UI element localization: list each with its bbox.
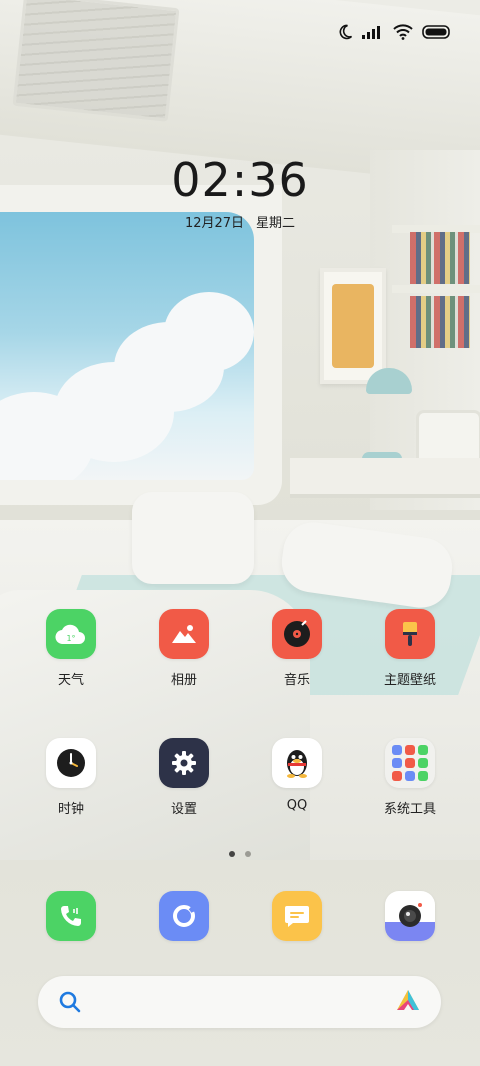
app-label: 时钟 bbox=[57, 802, 84, 817]
dock-browser[interactable] bbox=[134, 891, 234, 941]
page-dot-active[interactable] bbox=[229, 851, 235, 857]
dock-phone[interactable] bbox=[21, 891, 121, 941]
app-label: 相册 bbox=[170, 673, 197, 688]
app-label: QQ bbox=[286, 798, 308, 813]
clock-widget[interactable]: 02:36 12月27日 星期二 bbox=[0, 150, 480, 231]
phone-icon bbox=[46, 891, 96, 941]
app-qq[interactable]: QQ bbox=[247, 738, 347, 813]
wallpaper-window bbox=[0, 212, 254, 480]
signal-icon bbox=[362, 25, 384, 39]
search-bar[interactable] bbox=[38, 976, 441, 1028]
app-label: 主题壁纸 bbox=[383, 673, 436, 688]
wallpaper-pillow bbox=[132, 492, 254, 584]
clock-date: 12月27日 星期二 bbox=[0, 212, 480, 231]
paintbrush-icon bbox=[385, 609, 435, 659]
app-gallery[interactable]: 相册 bbox=[134, 609, 234, 688]
folder-icon bbox=[385, 738, 435, 788]
app-settings[interactable]: 设置 bbox=[134, 738, 234, 817]
gear-icon bbox=[159, 738, 209, 788]
page-dot[interactable] bbox=[245, 851, 251, 857]
weekday-text: 星期二 bbox=[256, 216, 296, 231]
weather-badge: 1° bbox=[66, 634, 75, 643]
clock-time: 02:36 bbox=[171, 153, 309, 207]
ring-icon bbox=[159, 891, 209, 941]
app-clock[interactable]: 时钟 bbox=[21, 738, 121, 817]
wallpaper-vent bbox=[12, 0, 180, 122]
assistant-icon[interactable] bbox=[395, 988, 421, 1018]
photo-icon bbox=[159, 609, 209, 659]
wallpaper-poster bbox=[320, 268, 386, 384]
message-icon bbox=[272, 891, 322, 941]
search-icon[interactable] bbox=[58, 990, 82, 1018]
weather-cloud-icon: 1° bbox=[46, 609, 96, 659]
clock-icon bbox=[46, 738, 96, 788]
battery-icon bbox=[422, 25, 452, 39]
app-label: 设置 bbox=[170, 802, 197, 817]
dock-camera[interactable] bbox=[360, 891, 460, 941]
app-label: 系统工具 bbox=[383, 802, 436, 817]
date-text: 12月27日 bbox=[184, 216, 245, 231]
app-label: 天气 bbox=[57, 673, 84, 688]
vinyl-icon bbox=[272, 609, 322, 659]
app-label: 音乐 bbox=[283, 673, 310, 688]
moon-icon bbox=[337, 24, 353, 40]
app-music[interactable]: 音乐 bbox=[247, 609, 347, 688]
app-themes[interactable]: 主题壁纸 bbox=[360, 609, 460, 688]
camera-icon bbox=[385, 891, 435, 941]
penguin-icon bbox=[272, 738, 322, 788]
wallpaper-books bbox=[410, 296, 470, 348]
wallpaper-books bbox=[410, 232, 470, 284]
dock-messages[interactable] bbox=[247, 891, 347, 941]
wifi-icon bbox=[393, 24, 413, 40]
page-indicator[interactable] bbox=[0, 851, 480, 857]
wallpaper-desk bbox=[290, 458, 480, 498]
app-weather[interactable]: 1° 天气 bbox=[21, 609, 121, 688]
wallpaper-shelf bbox=[392, 285, 480, 293]
status-bar bbox=[337, 18, 452, 46]
app-system-tools-folder[interactable]: 系统工具 bbox=[360, 738, 460, 817]
